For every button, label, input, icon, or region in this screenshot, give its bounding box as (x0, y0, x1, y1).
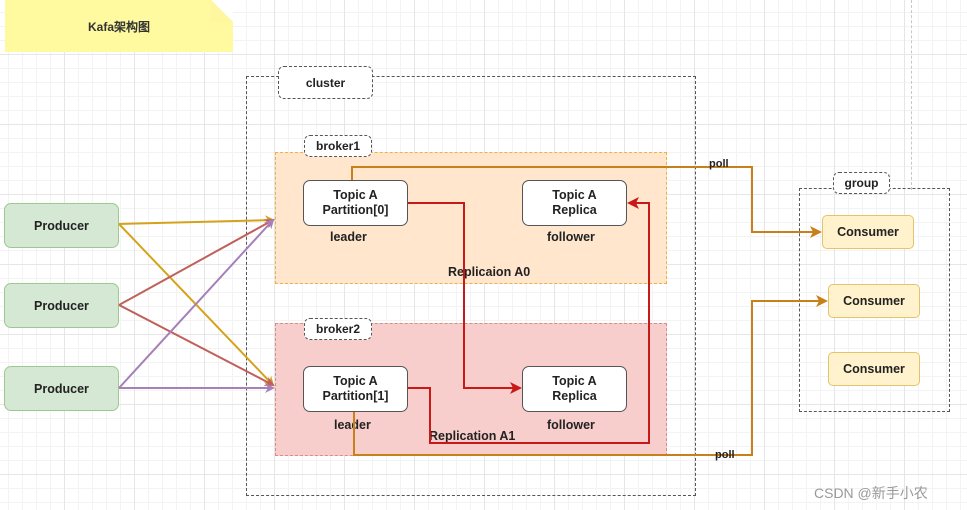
page-boundary-line (911, 0, 912, 190)
consumer-3[interactable]: Consumer (828, 352, 920, 386)
poll-bottom-label: poll (715, 449, 735, 461)
broker1-leader-role: leader (330, 230, 367, 244)
broker1-follower-role: follower (547, 230, 595, 244)
consumer-label: Consumer (843, 362, 905, 376)
consumer-label: Consumer (837, 225, 899, 239)
broker2-follower-role: follower (547, 418, 595, 432)
group-label[interactable]: group (833, 172, 890, 194)
consumer-1[interactable]: Consumer (822, 215, 914, 249)
replication-a0-label: Replicaion A0 (448, 265, 531, 279)
broker2-leader-partition[interactable]: Topic A Partition[1] (303, 366, 408, 412)
note-fold-corner (211, 0, 233, 22)
producer-2[interactable]: Producer (4, 283, 119, 328)
title-note-text: Kafa架构图 (87, 19, 150, 34)
broker2-label[interactable]: broker2 (304, 318, 372, 340)
title-note: Kafa架构图 (5, 0, 233, 52)
replication-a1-label: Replication A1 (429, 429, 516, 443)
node-line2: Partition[0] (322, 203, 389, 217)
group-label-text: group (844, 176, 879, 190)
producer-3[interactable]: Producer (4, 366, 119, 411)
broker2-follower-replica[interactable]: Topic A Replica (522, 366, 627, 412)
consumer-label: Consumer (843, 294, 905, 308)
cluster-label[interactable]: cluster (278, 66, 373, 99)
consumer-2[interactable]: Consumer (828, 284, 920, 318)
producer-1[interactable]: Producer (4, 203, 119, 248)
node-line1: Topic A (552, 374, 597, 388)
producer-label: Producer (34, 381, 89, 396)
node-line1: Topic A (333, 188, 378, 202)
broker1-leader-partition[interactable]: Topic A Partition[0] (303, 180, 408, 226)
poll-top-label: poll (709, 158, 729, 170)
broker2-label-text: broker2 (315, 322, 361, 336)
cluster-label-text: cluster (305, 75, 346, 90)
watermark: CSDN @新手小农 (814, 485, 928, 501)
producer-label: Producer (34, 218, 89, 233)
node-line1: Topic A (333, 374, 378, 388)
broker1-follower-replica[interactable]: Topic A Replica (522, 180, 627, 226)
broker1-label-text: broker1 (315, 139, 361, 153)
node-line2: Partition[1] (322, 389, 389, 403)
producer-label: Producer (34, 298, 89, 313)
node-line2: Replica (552, 389, 597, 403)
node-line2: Replica (552, 203, 597, 217)
broker2-leader-role: leader (334, 418, 371, 432)
node-line1: Topic A (552, 188, 597, 202)
broker1-label[interactable]: broker1 (304, 135, 372, 157)
